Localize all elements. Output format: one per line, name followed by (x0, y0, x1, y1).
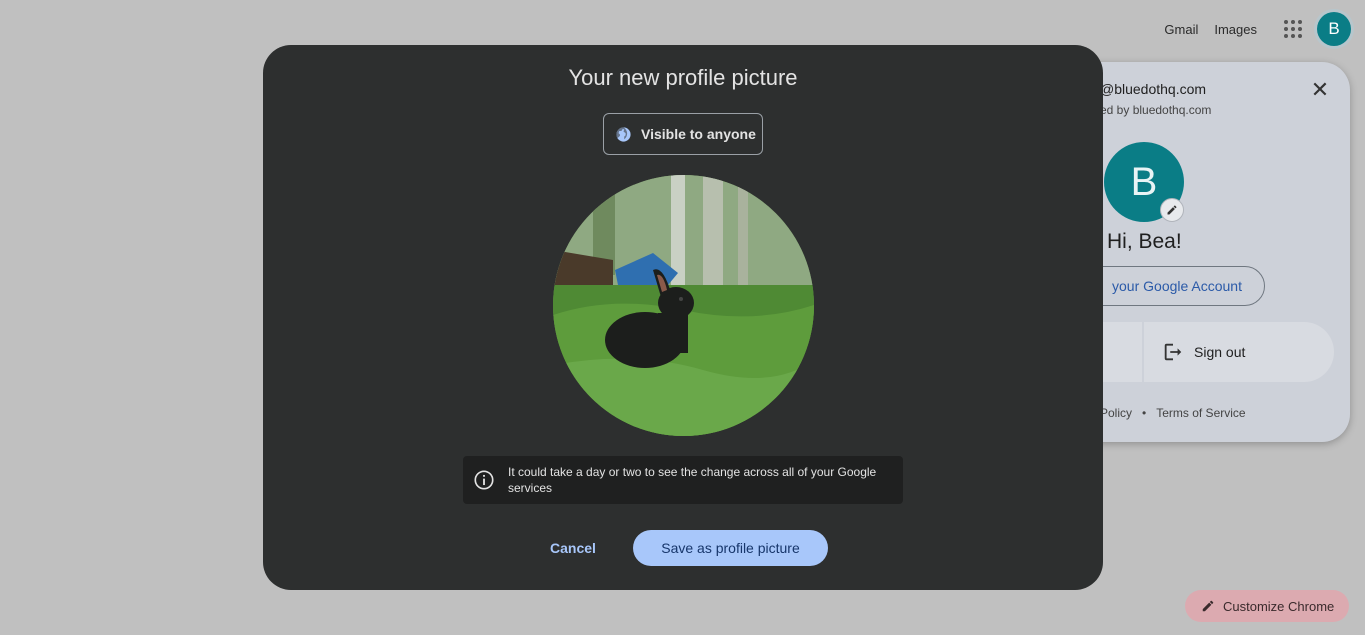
close-icon[interactable]: ✕ (1308, 78, 1332, 102)
save-profile-picture-button[interactable]: Save as profile picture (633, 530, 828, 566)
account-avatar-button[interactable]: B (1317, 12, 1351, 46)
gmail-link[interactable]: Gmail (1164, 22, 1198, 37)
add-account-button[interactable] (1100, 322, 1142, 382)
account-footer: Policy • Terms of Service (1100, 406, 1246, 420)
pencil-icon (1202, 600, 1214, 612)
profile-picture-dialog: Your new profile picture Visible to anyo… (263, 45, 1103, 590)
sign-out-label: Sign out (1194, 344, 1246, 360)
apps-grid-icon[interactable] (1273, 12, 1313, 46)
info-icon (474, 470, 494, 490)
cancel-button[interactable]: Cancel (535, 530, 611, 566)
top-bar: Gmail Images B (1164, 12, 1351, 46)
sign-out-icon (1164, 343, 1182, 361)
account-greeting: Hi, Bea! (1107, 230, 1182, 253)
manage-account-button[interactable]: your Google Account (1082, 266, 1265, 306)
sign-out-button[interactable]: Sign out (1144, 322, 1334, 382)
account-card: @bluedothq.com ed by bluedothq.com ✕ B H… (1060, 62, 1350, 442)
visibility-label: Visible to anyone (641, 126, 756, 142)
dialog-title: Your new profile picture (568, 65, 798, 90)
profile-photo-preview (553, 175, 814, 436)
info-notice: It could take a day or two to see the ch… (463, 456, 903, 504)
images-link[interactable]: Images (1214, 22, 1257, 37)
edit-pencil-icon[interactable] (1160, 198, 1184, 222)
visibility-button[interactable]: Visible to anyone (603, 113, 763, 155)
info-notice-text: It could take a day or two to see the ch… (508, 465, 877, 495)
footer-separator: • (1142, 406, 1147, 420)
account-email: @bluedothq.com (1100, 81, 1207, 97)
account-managed-by: ed by bluedothq.com (1100, 103, 1212, 117)
customize-chrome-button[interactable]: Customize Chrome (1185, 590, 1349, 622)
terms-of-service-link[interactable]: Terms of Service (1156, 406, 1245, 420)
customize-chrome-label: Customize Chrome (1223, 598, 1335, 614)
privacy-policy-link[interactable]: Policy (1100, 406, 1132, 420)
globe-icon (616, 126, 631, 142)
